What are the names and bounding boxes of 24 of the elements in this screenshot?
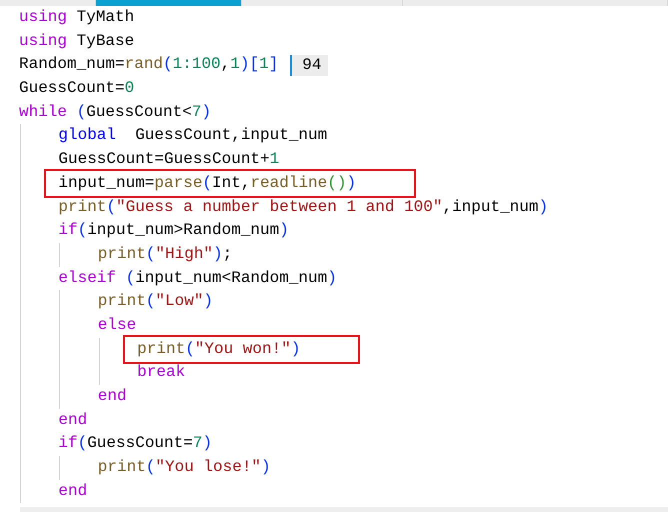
code-line: break	[137, 362, 186, 384]
editor-tab[interactable]	[96, 0, 242, 6]
editor-tab[interactable]	[0, 0, 96, 6]
code-line: print("Guess a number between 1 and 100",input_num)	[58, 196, 548, 218]
code-line: print("You lose!")	[98, 457, 271, 478]
code-line: print("Low")	[98, 291, 214, 312]
code-line: else	[98, 314, 136, 336]
code-line: end	[58, 480, 88, 502]
code-line: if(input_num>Random_num)	[58, 220, 289, 242]
code-line: end	[58, 410, 88, 431]
code-line: GuessCount=GuessCount+1	[58, 149, 280, 170]
code-line: end	[98, 386, 127, 407]
code-line: using TyBase	[19, 30, 134, 52]
code-line: Random_num=rand(1:100,1)[1]	[19, 54, 278, 76]
editor-tab[interactable]	[242, 0, 403, 6]
code-line: while (GuessCount<7)	[19, 102, 212, 123]
code-line: GuessCount=0	[19, 78, 134, 100]
code-line: if(GuessCount=7)	[58, 433, 212, 454]
code-line: print("High");	[98, 244, 232, 265]
inline-result: 94	[290, 54, 328, 76]
code-line: using TyMath	[19, 7, 134, 28]
code-line: global GuessCount,input_num	[58, 125, 328, 146]
code-line: elseif (input_num<Random_num)	[58, 268, 337, 289]
editor-tab[interactable]	[403, 0, 668, 6]
